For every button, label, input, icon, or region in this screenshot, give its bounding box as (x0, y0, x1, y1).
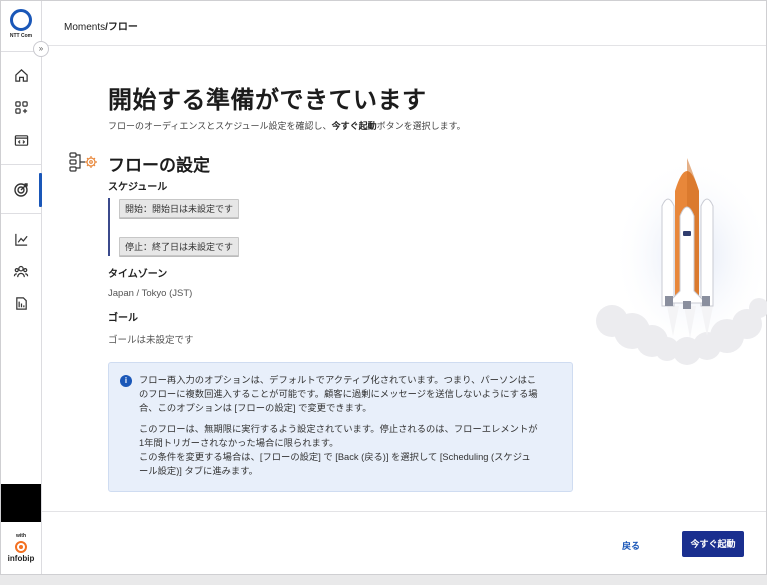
breadcrumb: Moments/フロー (64, 18, 138, 33)
info-paragraph-2: このフローは、無期限に実行するよう設定されています。停止されるのは、フローエレメ… (139, 422, 564, 478)
top-header: Moments/フロー (42, 1, 766, 46)
back-button[interactable]: 戻る (622, 539, 640, 552)
logo-text: NTT Com (9, 33, 33, 39)
flow-settings-icon (69, 152, 97, 172)
subtitle-text: フローのオーディエンスとスケジュール設定を確認し、 (108, 121, 332, 131)
code-window-icon (14, 134, 28, 146)
partner-name: infobip (7, 554, 35, 563)
sidebar-collapse-button[interactable]: » (33, 41, 49, 57)
timezone-value: Japan / Tokyo (JST) (108, 288, 193, 299)
sidebar-item-code[interactable] (10, 129, 32, 151)
report-icon (15, 296, 27, 310)
target-icon (14, 183, 28, 197)
goal-label: ゴール (108, 313, 138, 324)
ntt-com-logo[interactable]: NTT Com (9, 9, 33, 39)
info-line: この条件を変更する場合は、[フローの設定] で [Back (戻る)] を選択し… (139, 452, 531, 462)
info-callout: i フロー再入力のオプションは、デフォルトでアクティブ化されています。つまり、パ… (108, 362, 573, 492)
info-line: 合、このオプションは [フローの設定] で変更できます。 (139, 403, 372, 413)
sidebar-item-reports[interactable] (10, 292, 32, 314)
info-icon: i (120, 375, 132, 387)
end-date-chip: 停止：終了日は未設定です (119, 237, 240, 256)
people-icon (13, 265, 29, 277)
timezone-label: タイムゾーン (108, 269, 168, 280)
breadcrumb-parent[interactable]: Moments (64, 22, 105, 33)
sidebar-divider (1, 213, 41, 214)
app-window: NTT Com with infobip » Moments/フロー 開始する準… (0, 0, 767, 575)
home-icon (14, 68, 28, 82)
sidebar-item-apps[interactable] (10, 96, 32, 118)
rocket-illustration (596, 156, 767, 365)
breadcrumb-current: フロー (107, 22, 138, 33)
infobip-logo-icon (15, 541, 27, 553)
sidebar-item-people[interactable] (10, 260, 32, 282)
info-line: ール設定)] タブに進みます。 (139, 466, 258, 476)
page-subtitle: フローのオーディエンスとスケジュール設定を確認し、今すぐ起動ボタンを選択します。 (108, 119, 466, 132)
analytics-icon (14, 233, 28, 246)
apps-icon (14, 100, 28, 114)
sidebar-item-moments[interactable] (10, 179, 32, 201)
sidebar-item-home[interactable] (10, 64, 32, 86)
main-content: 開始する準備ができています フローのオーディエンスとスケジュール設定を確認し、今… (42, 46, 767, 511)
launch-now-button[interactable]: 今すぐ起動 (682, 531, 744, 557)
sidebar: NTT Com with infobip (1, 1, 42, 574)
info-line: フロー再入力のオプションは、デフォルトでアクティブ化されています。つまり、パーソ… (139, 375, 537, 385)
info-line: 1年間トリガーされなかった場合に限られます。 (139, 438, 339, 448)
redacted-block (1, 484, 41, 522)
infobip-badge: with infobip (1, 533, 41, 563)
page-title: 開始する準備ができています (108, 87, 427, 114)
schedule-label: スケジュール (108, 182, 168, 193)
info-paragraph-1: フロー再入力のオプションは、デフォルトでアクティブ化されています。つまり、パーソ… (139, 373, 564, 415)
info-line: このフローは、無期限に実行するよう設定されています。停止されるのは、フローエレメ… (139, 424, 538, 434)
subtitle-text-end: ボタンを選択します。 (376, 121, 466, 131)
info-line: のフローに複数回進入することが可能です。顧客に過剰にメッセージを送信しないように… (139, 389, 538, 399)
partner-with-label: with (16, 533, 26, 539)
start-date-chip: 開始：開始日は未設定です (119, 199, 240, 218)
goal-value: ゴールは未設定です (108, 335, 194, 346)
sidebar-divider (1, 164, 41, 165)
sidebar-item-analytics[interactable] (10, 228, 32, 250)
schedule-timeline (108, 198, 110, 256)
logo-ring-icon (10, 9, 32, 31)
flow-settings-title: フローの設定 (108, 156, 210, 175)
footer-bar: 戻る 今すぐ起動 (42, 511, 766, 575)
subtitle-bold: 今すぐ起動 (331, 121, 377, 131)
